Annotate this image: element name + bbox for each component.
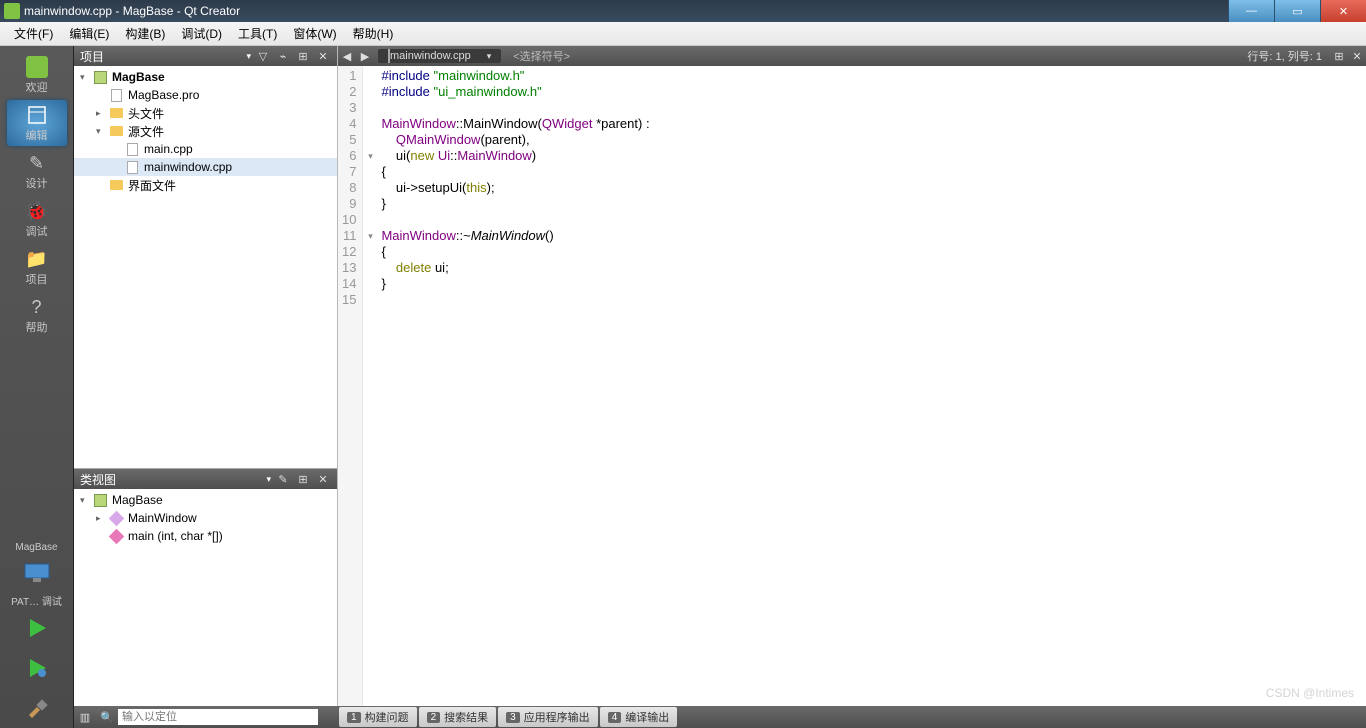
activity-qt[interactable]: 欢迎 [7, 52, 67, 98]
activity-edit[interactable]: 编辑 [7, 100, 67, 146]
split-icon[interactable]: ⊞ [295, 48, 311, 64]
split-icon[interactable]: ⊞ [295, 471, 311, 487]
minimize-button[interactable]: — [1228, 0, 1274, 22]
project-panel-header: 项目 ▾ ▽ ⌁ ⊞ ✕ [74, 46, 337, 66]
menu-item[interactable]: 窗体(W) [285, 23, 344, 44]
debug-button[interactable] [21, 652, 53, 684]
tree-item[interactable]: ▸头文件 [74, 104, 337, 122]
build-button[interactable] [21, 692, 53, 724]
tree-item[interactable]: ▸MainWindow [74, 509, 337, 527]
activity-design[interactable]: ✎设计 [7, 148, 67, 194]
output-tab[interactable]: 1构建问题 [339, 707, 417, 727]
cursor-position: 行号: 1, 列号: 1 [1247, 48, 1322, 64]
menu-item[interactable]: 帮助(H) [345, 23, 402, 44]
run-config-label: PAT… 调试 [11, 593, 62, 608]
activity-debug[interactable]: 🐞调试 [7, 196, 67, 242]
tree-item[interactable]: 界面文件 [74, 176, 337, 194]
search-icon: 🔍 [96, 711, 118, 724]
window-title: mainwindow.cpp - MagBase - Qt Creator [24, 4, 1228, 18]
tree-item[interactable]: MagBase.pro [74, 86, 337, 104]
tree-item[interactable]: ▾MagBase [74, 491, 337, 509]
editor-toolbar: ◀ ▶ mainwindow.cpp ▾ <选择符号> 行号: 1, 列号: 1… [338, 46, 1366, 66]
output-tab[interactable]: 2搜索结果 [419, 707, 497, 727]
output-tab[interactable]: 4编译输出 [600, 707, 678, 727]
menu-item[interactable]: 调试(D) [173, 23, 230, 44]
class-tree[interactable]: ▾MagBase▸MainWindowmain (int, char *[]) [74, 489, 337, 728]
nav-forward-icon[interactable]: ▶ [356, 50, 374, 63]
title-bar: mainwindow.cpp - MagBase - Qt Creator — … [0, 0, 1366, 22]
app-icon [4, 3, 20, 19]
class-panel-header: 类视图 ▾ ✎ ⊞ ✕ [74, 469, 337, 489]
kit-project-label: MagBase [15, 542, 57, 553]
close-panel-icon[interactable]: ✕ [315, 471, 331, 487]
dropdown-icon[interactable]: ▾ [246, 51, 251, 62]
output-tab[interactable]: 3应用程序输出 [498, 707, 598, 727]
code-editor[interactable]: 123456789101112131415 ▾▾ #include "mainw… [338, 66, 1366, 728]
tree-item[interactable]: ▾源文件 [74, 122, 337, 140]
menu-item[interactable]: 构建(B) [117, 23, 173, 44]
tree-item[interactable]: main (int, char *[]) [74, 527, 337, 545]
close-button[interactable]: ✕ [1320, 0, 1366, 22]
sort-icon[interactable]: ✎ [275, 471, 291, 487]
menu-bar: 文件(F)编辑(E)构建(B)调试(D)工具(T)窗体(W)帮助(H) [0, 22, 1366, 46]
line-number-gutter: 123456789101112131415 [338, 66, 363, 728]
close-editor-icon[interactable]: ✕ [1348, 50, 1366, 63]
tree-item[interactable]: main.cpp [74, 140, 337, 158]
menu-item[interactable]: 编辑(E) [61, 23, 117, 44]
code-text[interactable]: #include "mainwindow.h"#include "ui_main… [377, 66, 1366, 728]
run-button[interactable] [21, 612, 53, 644]
file-selector[interactable]: mainwindow.cpp ▾ [378, 49, 501, 63]
activity-help[interactable]: ?帮助 [7, 292, 67, 338]
split-horizontal-icon[interactable]: ⊞ [1330, 50, 1348, 63]
kit-selector-button[interactable] [21, 557, 53, 589]
watermark: CSDN @Intimes [1266, 686, 1354, 700]
menu-item[interactable]: 文件(F) [6, 23, 61, 44]
link-icon[interactable]: ⌁ [275, 48, 291, 64]
tree-item[interactable]: mainwindow.cpp [74, 158, 337, 176]
symbol-selector[interactable]: <选择符号> [505, 48, 578, 64]
locator-input[interactable] [118, 709, 318, 725]
activity-project[interactable]: 📁项目 [7, 244, 67, 290]
filter-icon[interactable]: ▽ [255, 48, 271, 64]
project-tree[interactable]: ▾MagBaseMagBase.pro▸头文件▾源文件main.cppmainw… [74, 66, 337, 468]
dropdown-icon[interactable]: ▾ [266, 474, 271, 485]
side-bar: 项目 ▾ ▽ ⌁ ⊞ ✕ ▾MagBaseMagBase.pro▸头文件▾源文件… [74, 46, 338, 728]
maximize-button[interactable]: ▭ [1274, 0, 1320, 22]
activity-bar: 欢迎编辑✎设计🐞调试📁项目?帮助 MagBase PAT… 调试 [0, 46, 74, 728]
fold-gutter[interactable]: ▾▾ [363, 66, 377, 728]
tree-item[interactable]: ▾MagBase [74, 68, 337, 86]
menu-item[interactable]: 工具(T) [230, 23, 285, 44]
bottom-bar: ▥ 🔍 1构建问题2搜索结果3应用程序输出4编译输出 [74, 706, 1366, 728]
toggle-sidebar-icon[interactable]: ▥ [74, 711, 96, 724]
editor-area: ◀ ▶ mainwindow.cpp ▾ <选择符号> 行号: 1, 列号: 1… [338, 46, 1366, 728]
close-panel-icon[interactable]: ✕ [315, 48, 331, 64]
nav-back-icon[interactable]: ◀ [338, 50, 356, 63]
